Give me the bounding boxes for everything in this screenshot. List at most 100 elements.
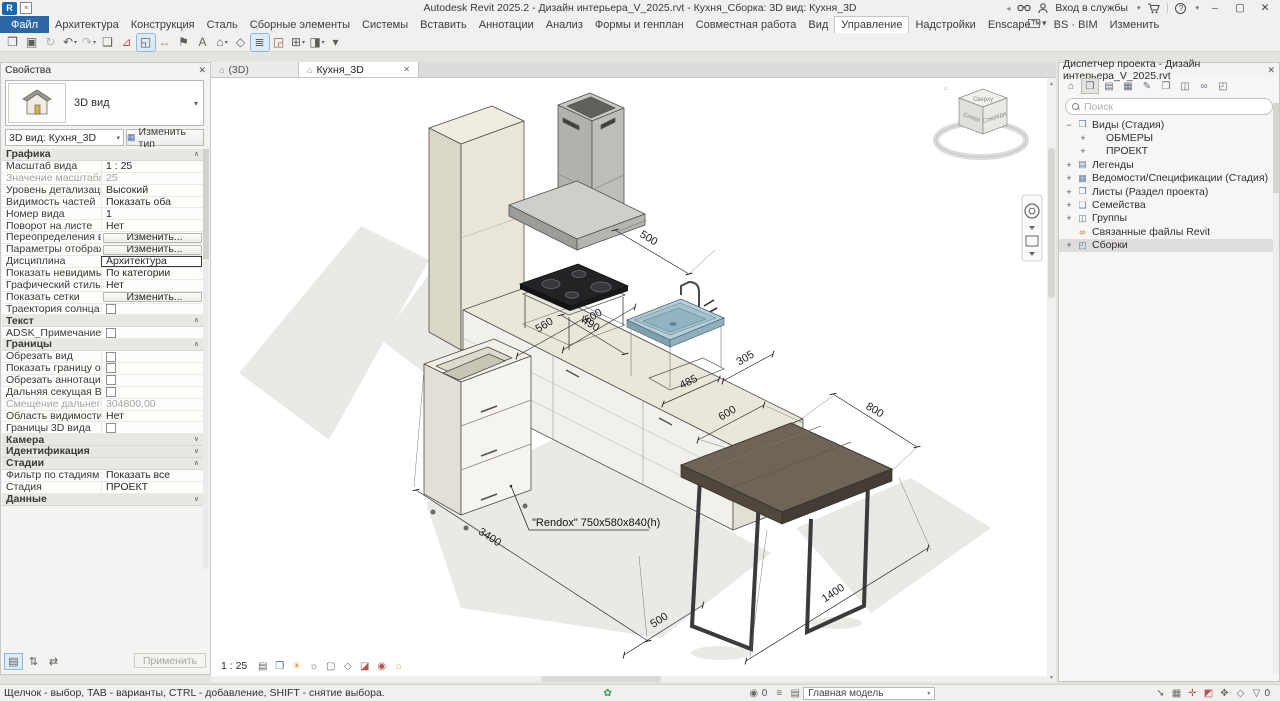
property-row[interactable]: Обрезать аннотации (2, 375, 204, 387)
browser-schedules-icon[interactable]: ▦ (1120, 79, 1136, 93)
qat-customize-icon[interactable]: ▾ (327, 34, 345, 51)
expand-icon[interactable]: + (1065, 173, 1073, 183)
browser-home-icon[interactable]: ⌂ (1063, 79, 1079, 93)
ribbon-tab[interactable]: Архитектура (49, 16, 125, 33)
properties-filter-icon[interactable]: ▤ (5, 654, 22, 669)
thin-lines-icon[interactable]: ≣ (251, 34, 269, 51)
ribbon-tab[interactable]: Сталь (201, 16, 244, 33)
print-icon[interactable]: ❑ (99, 34, 117, 51)
tree-item-families[interactable]: + ❑ Семейства (1059, 198, 1279, 211)
tree-item-assemblies[interactable]: + ◰ Сборки (1059, 239, 1279, 252)
measure-icon[interactable]: ⊿ (118, 34, 136, 51)
tree-item-views[interactable]: − ❒ Виды (Стадия) (1059, 118, 1279, 131)
sign-in-caret-icon[interactable]: ▾ (1137, 4, 1141, 12)
cart-icon[interactable] (1147, 3, 1160, 14)
section-chevron-icon[interactable]: ∧ (194, 317, 199, 324)
property-value[interactable]: Показать все (101, 470, 204, 481)
dim-table-1400[interactable]: 1400 (820, 582, 847, 605)
worksets-icon[interactable]: ≡ (771, 688, 787, 699)
horizontal-scrollbar[interactable] (211, 676, 1047, 682)
expand-icon[interactable]: + (1065, 213, 1073, 223)
close-button[interactable]: ✕ (1256, 2, 1274, 14)
visual-style-icon[interactable]: ❒ (272, 659, 287, 673)
tree-item-obmery[interactable]: + ОБМЕРЫ (1059, 131, 1279, 144)
ribbon-tab[interactable]: Совместная работа (690, 16, 803, 33)
expand-icon[interactable]: + (1065, 240, 1073, 250)
property-value[interactable]: Нет (101, 280, 204, 291)
property-row[interactable]: Область видимости Нет (2, 411, 204, 423)
help-caret-icon[interactable]: ▾ (1195, 4, 1199, 12)
close-view-icon[interactable]: ✕ (403, 65, 410, 74)
shadows-icon[interactable]: ☼ (306, 659, 321, 673)
ribbon-tab[interactable]: Вид (802, 16, 834, 33)
property-value[interactable]: Изменить... (103, 292, 202, 302)
exclude-options-icon[interactable]: ◇ (1232, 688, 1248, 699)
property-value[interactable] (101, 422, 204, 433)
dim-counter-305[interactable]: 305 (734, 349, 756, 369)
property-row[interactable]: Масштаб вида 1 : 25 (2, 161, 204, 173)
ribbon-tab[interactable]: Конструкция (125, 16, 201, 33)
property-row[interactable]: Смещение дальнего пр... 304800,00 (2, 399, 204, 411)
property-row[interactable]: Траектория солнца (2, 304, 204, 316)
property-row[interactable]: Графика ∧ (2, 149, 204, 161)
open-icon[interactable]: ❒ (4, 34, 22, 51)
worksharing-display-icon[interactable]: ⌂ (391, 659, 406, 673)
ribbon-tab[interactable]: Сборные элементы (244, 16, 356, 33)
filter-icon[interactable]: ▽ (1248, 688, 1264, 699)
property-row[interactable]: Стадии ∧ (2, 458, 204, 470)
sort-grouping-icon[interactable]: ⇄ (45, 654, 62, 669)
property-row[interactable]: Уровень детализации Высокий (2, 185, 204, 197)
restore-button[interactable]: ▢ (1231, 2, 1249, 14)
browser-groups-icon[interactable]: ◫ (1177, 79, 1193, 93)
browser-scrollbar[interactable] (1273, 103, 1279, 673)
navigation-bar[interactable] (1022, 195, 1042, 261)
revit-logo[interactable]: R (2, 2, 17, 15)
browser-assemblies-icon[interactable]: ◰ (1215, 79, 1231, 93)
property-row[interactable]: Графический стиль ото... Нет (2, 280, 204, 292)
user-icon[interactable] (1038, 3, 1048, 14)
ribbon-tab[interactable]: Управление (834, 16, 909, 33)
close-hidden-windows-icon[interactable]: ◲ (270, 34, 288, 51)
expand-icon[interactable]: + (1065, 200, 1073, 210)
modify-panel-dropdown[interactable]: ▾ (1028, 18, 1047, 29)
property-value[interactable]: Нет (101, 220, 204, 231)
save-icon[interactable]: ▣ (23, 34, 41, 51)
property-value[interactable]: 1 (101, 208, 204, 219)
property-value[interactable]: Высокий (101, 185, 204, 196)
undo-icon[interactable]: ↶▾ (61, 34, 79, 51)
minimize-button[interactable]: – (1206, 2, 1224, 14)
aligned-dimension-icon[interactable]: ↔ (156, 34, 174, 51)
section-chevron-icon[interactable]: ∨ (194, 448, 199, 455)
sun-path-icon[interactable]: ☀ (289, 659, 304, 673)
text-icon[interactable]: A (194, 34, 212, 51)
dim-table-800[interactable]: 800 (864, 401, 886, 421)
apply-button[interactable]: Применить (134, 653, 206, 668)
property-value[interactable]: Изменить... (103, 245, 202, 255)
property-row[interactable]: Данные ∨ (2, 494, 204, 506)
property-value[interactable]: ПРОЕКТ (101, 482, 204, 493)
property-row[interactable]: Значение масштаба 1: 25 (2, 173, 204, 185)
section-chevron-icon[interactable]: ∧ (194, 341, 199, 348)
help-icon[interactable]: ? (1175, 3, 1186, 14)
type-caret-icon[interactable]: ▾ (194, 99, 203, 108)
tag-icon[interactable]: ⚑ (175, 34, 193, 51)
ribbon-tab[interactable]: Файл (0, 16, 49, 33)
switch-windows-icon[interactable]: ⊞▾ (289, 34, 307, 51)
expand-icon[interactable]: + (1079, 146, 1087, 156)
document-icon[interactable]: ≡ (20, 2, 32, 14)
property-row[interactable]: Поворот на листе Нет (2, 220, 204, 232)
property-row[interactable]: Показать невидимые л... По категории (2, 268, 204, 280)
scroll-thumb[interactable] (1048, 148, 1055, 298)
section-icon[interactable]: ◇ (232, 34, 250, 51)
property-row[interactable]: Границы ∧ (2, 339, 204, 351)
section-chevron-icon[interactable]: ∧ (194, 151, 199, 158)
property-row[interactable]: Камера ∨ (2, 434, 204, 446)
user-interface-icon[interactable]: ◨▾ (308, 34, 326, 51)
ribbon-tab[interactable]: Надстройки (909, 16, 981, 33)
property-value[interactable]: 304800,00 (101, 399, 204, 410)
ribbon-tab[interactable]: Вставить (414, 16, 473, 33)
scale-button[interactable]: 1 : 25 (221, 660, 247, 672)
collapse-icon[interactable]: ◂ (1006, 4, 1010, 13)
tree-item-links[interactable]: ∞ Связанные файлы Revit (1059, 225, 1279, 238)
property-row[interactable]: Номер вида 1 (2, 208, 204, 220)
